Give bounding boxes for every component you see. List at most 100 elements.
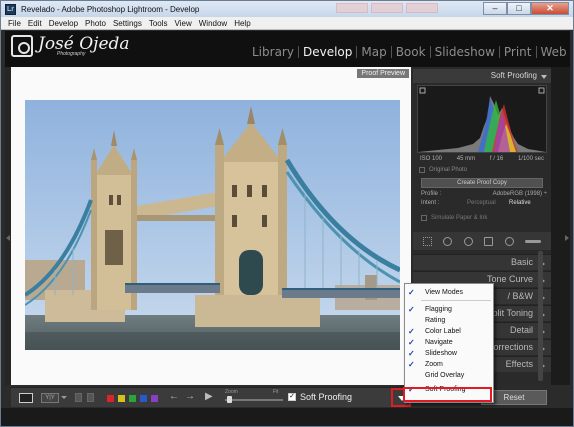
left-panel-expand-icon[interactable]: [6, 235, 10, 241]
module-library[interactable]: Library: [248, 46, 299, 58]
color-label-blue[interactable]: [140, 395, 147, 402]
module-slideshow[interactable]: Slideshow: [431, 46, 500, 58]
menu-item-color-label[interactable]: ✓ Color Label: [405, 326, 493, 337]
panel-basic-label: Basic: [510, 257, 533, 267]
module-picker: Library Develop Map Book Slideshow Print…: [248, 46, 571, 58]
before-after-dropdown-icon[interactable]: [61, 396, 67, 399]
tool-strip: [413, 232, 551, 250]
module-print[interactable]: Print: [500, 46, 537, 58]
soft-proofing-label: Soft Proofing: [300, 392, 353, 402]
menu-item-label: Slideshow: [425, 350, 457, 357]
color-label-purple[interactable]: [151, 395, 158, 402]
red-eye-icon[interactable]: [463, 236, 473, 246]
menu-edit[interactable]: Edit: [28, 19, 42, 28]
color-label-yellow[interactable]: [118, 395, 125, 402]
menu-item-flagging[interactable]: ✓ Flagging: [405, 304, 493, 315]
original-photo-toggle[interactable]: Original Photo: [419, 167, 467, 173]
module-map[interactable]: Map: [357, 46, 392, 58]
check-icon: ✓: [408, 305, 415, 314]
simulate-paper-ink-checkbox[interactable]: [421, 215, 427, 221]
right-panel-scrollbar[interactable]: [538, 251, 543, 381]
flag-reject-icon[interactable]: [87, 393, 94, 402]
module-web[interactable]: Web: [537, 46, 571, 58]
menu-item-zoom[interactable]: ✓ Zoom: [405, 359, 493, 370]
lightroom-window: Lr Revelado - Adobe Photoshop Lightroom …: [0, 0, 574, 427]
menu-separator: [421, 300, 491, 301]
close-button[interactable]: ✕: [531, 2, 569, 15]
loupe-view-icon[interactable]: [19, 393, 33, 403]
exif-shutter: 1/100 sec: [517, 156, 544, 162]
right-panel-collapse-icon[interactable]: [565, 235, 569, 241]
toolbar-content-menu: ✓ View Modes ✓ Flagging Rating ✓ Color Labe…: [404, 283, 494, 403]
filmstrip-collapsed: [1, 408, 573, 426]
crop-overlay-icon[interactable]: [422, 236, 432, 246]
zoom-slider-track[interactable]: [225, 399, 283, 401]
menu-file[interactable]: File: [8, 19, 21, 28]
menu-window[interactable]: Window: [199, 19, 227, 28]
maximize-button[interactable]: □: [507, 2, 531, 15]
menu-view[interactable]: View: [175, 19, 192, 28]
window-controls: – □ ✕: [483, 2, 569, 15]
simulate-paper-ink-label: Simulate Paper & Ink: [431, 215, 488, 221]
soft-proofing-checkbox[interactable]: ✓: [288, 393, 296, 401]
menu-item-view-modes[interactable]: ✓ View Modes: [405, 287, 493, 298]
panel-effects-label: Effects: [505, 359, 533, 369]
radial-filter-icon[interactable]: [504, 236, 514, 246]
minimize-button[interactable]: –: [483, 2, 507, 15]
photo-image: [25, 100, 400, 350]
menu-item-slideshow[interactable]: ✓ Slideshow: [405, 348, 493, 359]
menu-item-grid-overlay[interactable]: Grid Overlay: [405, 370, 493, 381]
histogram[interactable]: [417, 85, 547, 153]
panel-basic[interactable]: Basic: [413, 254, 551, 270]
image-view[interactable]: Proof Preview: [11, 67, 411, 385]
camera-logo-icon: [11, 35, 33, 57]
before-after-button[interactable]: Y|Y: [41, 393, 59, 403]
collapse-triangle-icon[interactable]: [541, 75, 547, 79]
exif-aperture: f / 16: [489, 156, 504, 162]
check-icon: ✓: [408, 327, 415, 336]
menu-tools[interactable]: Tools: [149, 19, 168, 28]
intent-row: Intent : Perceptual Relative: [421, 200, 547, 206]
soft-proofing-highlight: [403, 387, 492, 402]
previous-photo-icon[interactable]: ←: [169, 391, 179, 402]
menu-settings[interactable]: Settings: [113, 19, 142, 28]
spot-removal-icon[interactable]: [443, 236, 453, 246]
exif-iso: ISO 100: [420, 156, 443, 162]
create-proof-copy-button[interactable]: Create Proof Copy: [421, 178, 543, 188]
color-label-green[interactable]: [129, 395, 136, 402]
check-icon: ✓: [408, 288, 415, 297]
simulate-paper-ink[interactable]: Simulate Paper & Ink: [421, 215, 487, 221]
panel-hsl-bw-label: / B&W: [507, 291, 533, 301]
menu-help[interactable]: Help: [234, 19, 250, 28]
zoom-slider-handle[interactable]: [227, 396, 232, 403]
menu-develop[interactable]: Develop: [49, 19, 78, 28]
tower-bridge-photo[interactable]: [25, 100, 400, 350]
menu-item-label: Rating: [425, 317, 446, 324]
check-icon: ✓: [408, 349, 415, 358]
original-photo-checkbox[interactable]: [419, 167, 425, 173]
menu-item-navigate[interactable]: ✓ Navigate: [405, 337, 493, 348]
adjustment-brush-icon[interactable]: [525, 239, 542, 243]
highlight-clipping-icon[interactable]: [538, 87, 545, 94]
graduated-filter-icon[interactable]: [484, 236, 494, 246]
intent-relative-option[interactable]: Relative: [509, 200, 531, 206]
module-develop[interactable]: Develop: [299, 46, 358, 58]
module-book[interactable]: Book: [392, 46, 431, 58]
profile-label: Profile :: [421, 191, 442, 197]
intent-perceptual-option[interactable]: Perceptual: [467, 200, 509, 206]
profile-select[interactable]: AdobeRGB (1998) ÷: [493, 191, 547, 197]
flag-pick-icon[interactable]: [75, 393, 82, 402]
menu-item-rating[interactable]: Rating: [405, 315, 493, 326]
histogram-graph: [418, 87, 546, 152]
exif-focal-length: 45 mm: [456, 156, 476, 162]
menu-photo[interactable]: Photo: [85, 19, 106, 28]
original-photo-label: Original Photo: [429, 167, 468, 173]
next-photo-icon[interactable]: →: [185, 391, 195, 402]
color-label-red[interactable]: [107, 395, 114, 402]
shadow-clipping-icon[interactable]: [419, 87, 426, 94]
check-icon: ✓: [408, 338, 415, 347]
exif-info: ISO 100 45 mm f / 16 1/100 sec: [417, 153, 547, 165]
slideshow-play-icon[interactable]: ▶: [205, 391, 213, 402]
soft-proofing-header[interactable]: Soft Proofing: [413, 69, 551, 83]
develop-toolbar: Y|Y ← → ▶ Zoom Fit ✓ Soft Proofing: [11, 387, 411, 407]
